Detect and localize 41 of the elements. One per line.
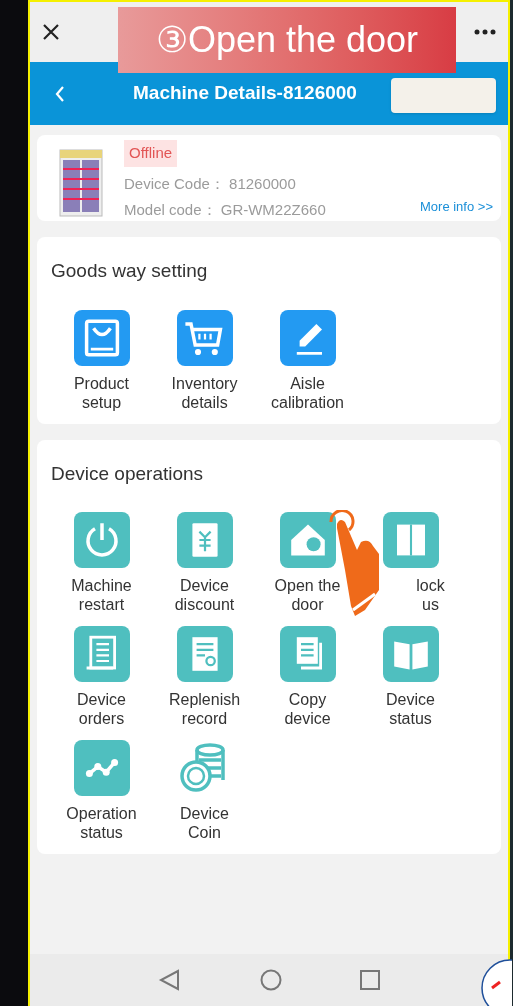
power-icon[interactable] <box>73 512 130 568</box>
copy-icon[interactable] <box>279 626 336 682</box>
tile-label[interactable]: Open the door <box>274 576 341 614</box>
tile-label[interactable]: Device Coin <box>180 804 229 842</box>
logo-badge-icon <box>480 958 512 1006</box>
caption-banner: ③Open the door <box>118 7 456 73</box>
tile-label[interactable]: Product setup <box>73 373 130 412</box>
tile-label[interactable]: Copy device <box>284 690 331 728</box>
back-icon[interactable] <box>55 84 65 103</box>
tile-label[interactable]: Device orders <box>77 690 126 728</box>
back-nav-icon[interactable] <box>158 969 182 991</box>
section-title: Goods way setting <box>51 259 209 283</box>
model-code-text: Model code： GR-WM22Z660 <box>124 200 326 220</box>
recents-nav-icon[interactable] <box>360 970 380 990</box>
section-title: Device operations <box>51 461 205 486</box>
device-code-text: Device Code： 81260000 <box>124 173 297 194</box>
tile-label[interactable]: Device discount <box>174 576 235 614</box>
tile-label[interactable]: Replenish record <box>168 690 241 728</box>
book-icon[interactable] <box>382 626 439 682</box>
more-icon[interactable] <box>474 29 496 35</box>
page-title: Machine Details-8126000 <box>133 81 357 106</box>
shopping-bag-icon[interactable] <box>73 309 130 366</box>
tile-label[interactable]: Inventory details <box>171 373 238 412</box>
tile-label[interactable]: Aisle calibration <box>271 373 344 412</box>
panel-icon[interactable] <box>382 512 439 568</box>
tile-label[interactable]: Device status <box>386 690 435 728</box>
vending-machine-drawing <box>59 149 103 217</box>
ticket-icon[interactable] <box>176 512 233 568</box>
document-search-icon[interactable] <box>176 626 233 682</box>
scroll-icon[interactable] <box>73 626 130 682</box>
close-icon[interactable] <box>42 23 60 41</box>
tile-label[interactable]: lock us <box>416 576 445 614</box>
tile-label[interactable]: Operation status <box>66 804 137 842</box>
house-icon[interactable] <box>279 512 336 568</box>
cart-icon[interactable] <box>176 309 233 366</box>
more-info-link[interactable]: More info >> <box>420 196 493 216</box>
line-chart-icon[interactable] <box>73 740 130 796</box>
tile-label[interactable]: Machine restart <box>71 576 132 614</box>
home-nav-icon[interactable] <box>260 969 282 991</box>
status-badge: Offline <box>124 140 178 167</box>
pencil-icon[interactable] <box>279 309 336 366</box>
